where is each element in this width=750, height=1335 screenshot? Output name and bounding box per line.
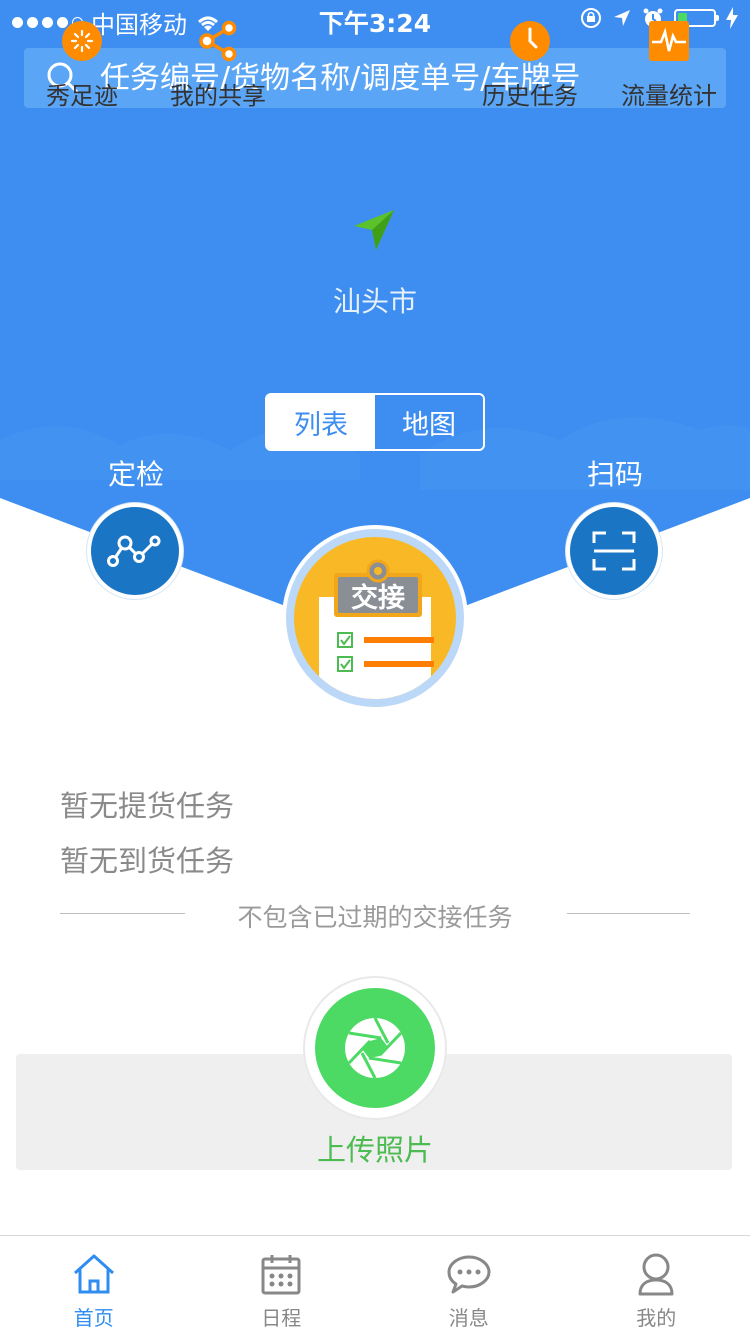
tab-messages-label: 消息 <box>449 1302 489 1331</box>
scan-label: 扫码 <box>587 453 643 493</box>
footprint-icon <box>61 20 103 62</box>
handover-button[interactable]: 交接 <box>282 525 468 711</box>
tab-profile-label: 我的 <box>636 1302 676 1331</box>
tab-home[interactable]: 首页 <box>0 1236 188 1335</box>
calendar-icon <box>260 1253 302 1295</box>
tab-schedule[interactable]: 日程 <box>188 1236 376 1335</box>
history-button[interactable]: 历史任务 <box>470 0 590 116</box>
route-icon <box>107 531 163 571</box>
tab-messages[interactable]: 消息 <box>375 1236 563 1335</box>
tab-map[interactable]: 地图 <box>375 395 483 449</box>
tab-list[interactable]: 列表 <box>267 395 375 449</box>
home-icon <box>72 1253 116 1295</box>
location-arrow-icon <box>352 208 396 252</box>
footprint-button[interactable]: 秀足迹 <box>30 0 134 116</box>
share-icon <box>197 20 239 62</box>
history-label: 历史任务 <box>482 76 578 111</box>
inspect-label: 定检 <box>108 453 164 493</box>
bottom-tab-bar: 首页 日程 消息 <box>0 1235 750 1335</box>
scan-button[interactable] <box>566 503 662 599</box>
view-toggle[interactable]: 列表 地图 <box>265 393 485 451</box>
upload-photo-label: 上传照片 <box>0 1127 750 1169</box>
clock-icon <box>509 20 551 62</box>
pulse-icon <box>648 20 690 62</box>
camera-shutter-icon <box>340 1013 410 1083</box>
tab-profile[interactable]: 我的 <box>563 1236 750 1335</box>
pickup-status: 暂无提货任务 <box>60 783 234 825</box>
arrival-status: 暂无到货任务 <box>60 838 234 880</box>
tab-home-label: 首页 <box>74 1302 114 1331</box>
handover-label: 交接 <box>338 577 418 613</box>
scan-frame-icon <box>592 531 636 571</box>
footprint-label: 秀足迹 <box>46 76 118 111</box>
expired-note: 不包含已过期的交接任务 <box>0 898 750 934</box>
share-label: 我的共享 <box>170 76 266 111</box>
tab-schedule-label: 日程 <box>261 1302 301 1331</box>
clipboard-icon <box>294 537 456 699</box>
inspect-button[interactable] <box>87 503 183 599</box>
chat-icon <box>446 1253 492 1295</box>
user-icon <box>636 1252 676 1296</box>
divider-right <box>567 913 690 914</box>
current-city: 汕头市 <box>0 280 750 320</box>
traffic-stats-label: 流量统计 <box>621 76 717 111</box>
traffic-stats-button[interactable]: 流量统计 <box>610 0 728 116</box>
share-button[interactable]: 我的共享 <box>160 0 276 116</box>
upload-photo-button[interactable] <box>305 978 445 1118</box>
